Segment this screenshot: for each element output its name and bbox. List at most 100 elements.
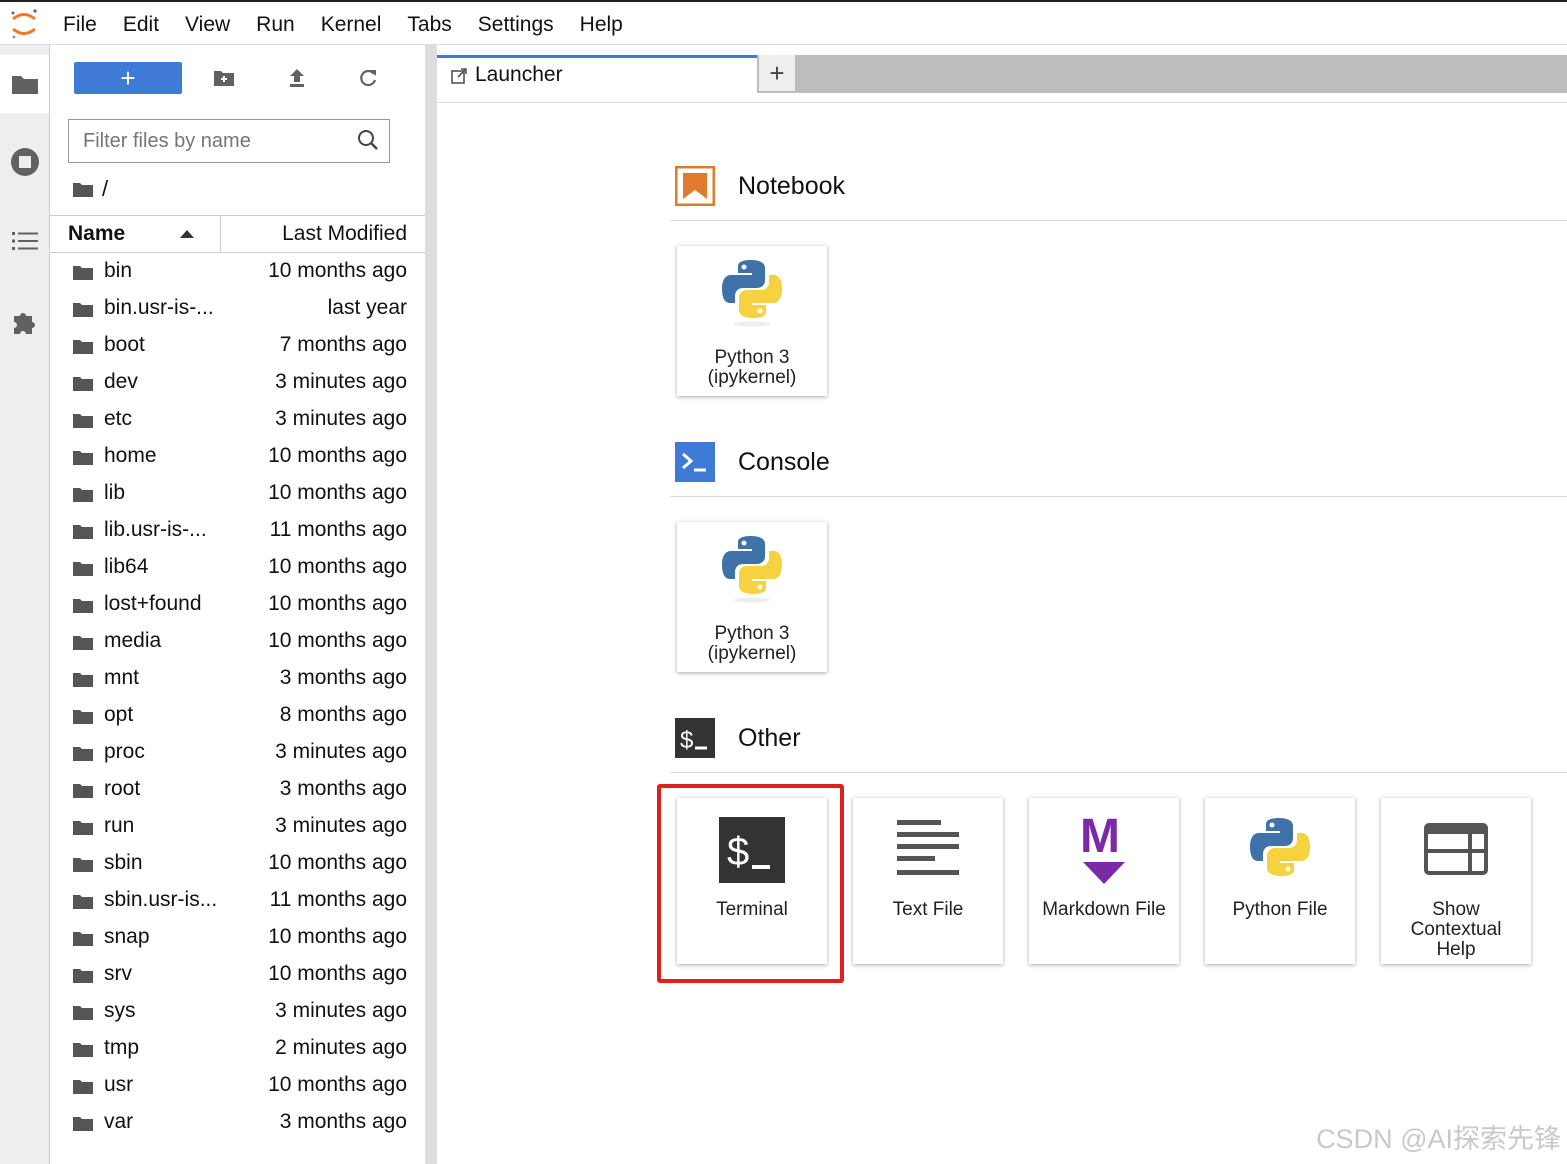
new-launcher-button[interactable]: + [74,62,182,94]
column-divider[interactable] [220,216,221,252]
folder-icon [73,932,93,946]
file-row[interactable]: sbin 10 months ago [50,845,425,882]
file-modified: 10 months ago [268,555,407,578]
markdown-file-card[interactable]: M Markdown File [1029,798,1179,964]
search-icon [358,130,378,150]
file-row[interactable]: etc 3 minutes ago [50,401,425,438]
folder-icon [73,182,93,197]
notebook-section-header: Notebook [675,166,845,206]
terminal-highlight-box [657,784,844,983]
upload-button[interactable] [283,62,311,94]
file-row[interactable]: proc 3 minutes ago [50,734,425,771]
menu-run[interactable]: Run [243,13,308,37]
refresh-button[interactable] [354,62,382,94]
file-modified: 3 minutes ago [275,370,407,393]
file-row[interactable]: usr 10 months ago [50,1067,425,1104]
file-modified: 3 months ago [279,666,407,689]
folder-icon [73,599,93,613]
file-list: bin 10 months ago bin.usr-is-... last year b… [50,253,425,1141]
file-modified: 3 minutes ago [275,407,407,430]
left-activity-bar [0,45,50,1164]
contextual-help-card[interactable]: Show Contextual Help [1381,798,1531,964]
file-row[interactable]: home 10 months ago [50,438,425,475]
file-name: root [104,777,141,800]
file-browser-tab[interactable] [0,55,49,113]
file-row[interactable]: var 3 months ago [50,1104,425,1141]
extension-manager-tab[interactable] [0,292,49,350]
console-python3-card[interactable]: Python 3 (ipykernel) [677,522,827,672]
sort-ascending-icon [180,230,194,238]
file-row[interactable]: lib64 10 months ago [50,549,425,586]
section-divider [670,220,1567,221]
file-row[interactable]: bin.usr-is-... last year [50,290,425,327]
puzzle-icon [13,313,35,334]
menu-edit[interactable]: Edit [110,13,172,37]
file-row[interactable]: dev 3 minutes ago [50,364,425,401]
file-row[interactable]: run 3 minutes ago [50,808,425,845]
file-name: lib64 [104,555,149,578]
file-row[interactable]: sbin.usr-is... 11 months ago [50,882,425,919]
terminal-small-icon: $ [675,718,715,758]
menu-help[interactable]: Help [567,13,636,37]
file-row[interactable]: boot 7 months ago [50,327,425,364]
file-row[interactable]: lost+found 10 months ago [50,586,425,623]
column-name[interactable]: Name [68,222,125,246]
file-modified: 10 months ago [268,962,407,985]
python-file-card[interactable]: Python File [1205,798,1355,964]
python-logo-icon [1250,818,1310,876]
file-name: usr [104,1073,134,1096]
file-modified: 3 months ago [279,777,407,800]
menu-file[interactable]: File [50,13,110,37]
add-tab-button[interactable]: + [759,55,795,91]
folder-icon [73,1006,93,1020]
file-modified: 10 months ago [268,1073,407,1096]
file-row[interactable]: srv 10 months ago [50,956,425,993]
text-file-card[interactable]: Text File [853,798,1003,964]
menu-settings[interactable]: Settings [465,13,567,37]
folder-icon [73,414,93,428]
file-modified: 3 minutes ago [275,740,407,763]
file-modified: 10 months ago [268,259,407,282]
breadcrumb-root[interactable]: / [102,176,108,202]
notebook-python3-card[interactable]: Python 3 (ipykernel) [677,246,827,396]
new-folder-button[interactable] [210,62,238,94]
file-modified: 10 months ago [268,629,407,652]
python-logo-icon [722,260,782,327]
markdown-icon: M [1080,812,1125,884]
file-modified: 2 minutes ago [275,1036,407,1059]
file-modified: 3 minutes ago [275,814,407,837]
file-row[interactable]: lib 10 months ago [50,475,425,512]
filter-input[interactable] [69,120,355,162]
file-row[interactable]: root 3 months ago [50,771,425,808]
table-of-contents-tab[interactable] [0,212,49,270]
file-row[interactable]: mnt 3 months ago [50,660,425,697]
console-section-header: Console [675,442,830,482]
new-folder-icon [214,71,234,86]
panel-splitter[interactable] [425,45,437,1164]
file-row[interactable]: sys 3 minutes ago [50,993,425,1030]
menu-kernel[interactable]: Kernel [308,13,395,37]
folder-icon [73,303,93,317]
folder-icon [73,377,93,391]
file-row[interactable]: lib.usr-is-... 11 months ago [50,512,425,549]
running-sessions-tab[interactable] [0,133,49,191]
menu-tabs[interactable]: Tabs [394,13,464,37]
file-row[interactable]: tmp 2 minutes ago [50,1030,425,1067]
breadcrumb[interactable]: / [72,176,108,202]
file-name: bin.usr-is-... [104,296,214,319]
file-row[interactable]: opt 8 months ago [50,697,425,734]
file-row[interactable]: media 10 months ago [50,623,425,660]
tab-launcher[interactable]: Launcher [437,55,757,103]
column-last-modified[interactable]: Last Modified [282,222,407,246]
file-modified: 11 months ago [269,518,407,541]
menu-view[interactable]: View [172,13,243,37]
file-row[interactable]: bin 10 months ago [50,253,425,290]
watermark: CSDN @AI探索先锋 [1316,1124,1561,1154]
file-name: sbin.usr-is... [104,888,218,911]
notebook-icon [675,166,715,206]
file-modified: 3 minutes ago [275,999,407,1022]
filter-box [68,119,390,163]
file-modified: 10 months ago [268,481,407,504]
file-row[interactable]: snap 10 months ago [50,919,425,956]
section-divider [670,772,1567,773]
